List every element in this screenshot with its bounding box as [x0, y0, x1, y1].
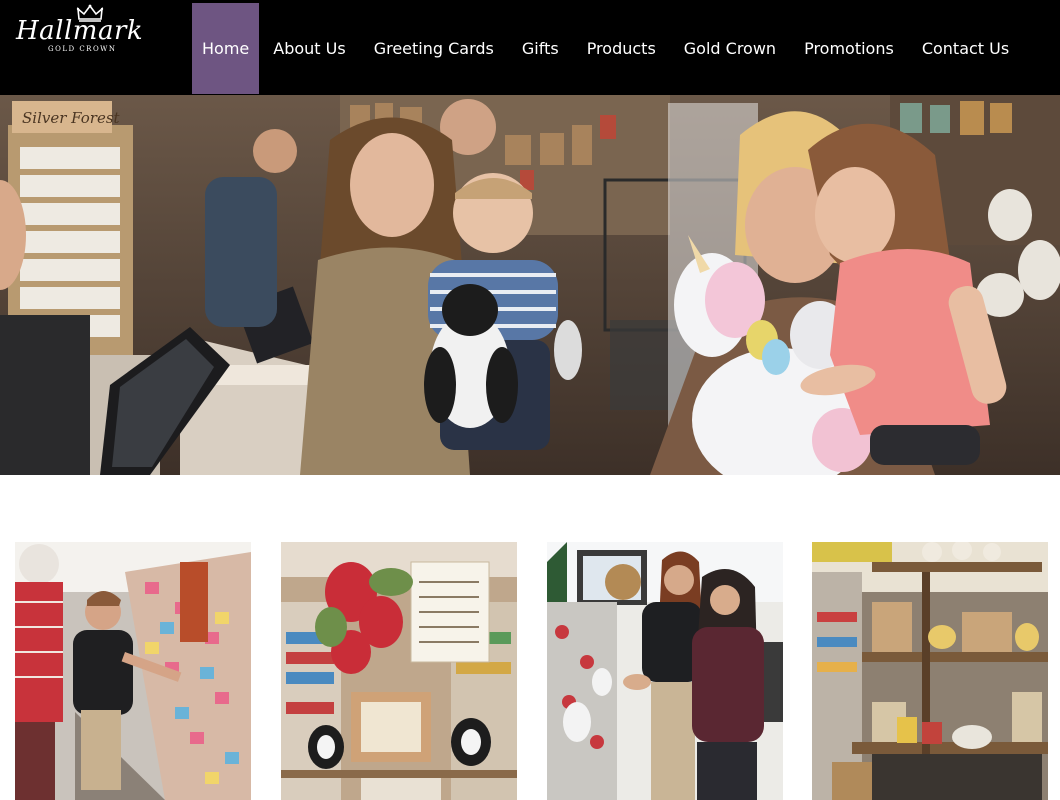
top-navigation-bar: Hallmark GOLD CROWN Home About Us Greeti… — [0, 0, 1060, 95]
nav-item-gold-crown[interactable]: Gold Crown — [670, 3, 790, 94]
ornament-shopping-photo — [547, 542, 783, 800]
logo-wordmark: Hallmark — [16, 16, 144, 46]
hero-photo: Silver Forest — [0, 95, 1060, 475]
store-interior-photo — [812, 542, 1048, 800]
store-sign-text: Silver Forest — [22, 109, 121, 127]
photo-gallery — [0, 542, 1060, 800]
gallery-thumb-gift-display[interactable] — [281, 542, 517, 800]
greeting-cards-photo — [15, 542, 251, 800]
nav-item-contact-us[interactable]: Contact Us — [908, 3, 1023, 94]
gallery-thumb-ornament-shopping[interactable] — [547, 542, 783, 800]
logo-tagline: GOLD CROWN — [48, 45, 117, 53]
nav-item-about-us[interactable]: About Us — [259, 3, 359, 94]
hero-banner-image: Silver Forest — [0, 95, 1060, 475]
nav-item-products[interactable]: Products — [573, 3, 670, 94]
nav-item-gifts[interactable]: Gifts — [508, 3, 573, 94]
gift-display-photo — [281, 542, 517, 800]
nav-item-promotions[interactable]: Promotions — [790, 3, 908, 94]
gallery-thumb-store-interior[interactable] — [812, 542, 1048, 800]
main-nav: Home About Us Greeting Cards Gifts Produ… — [192, 3, 1023, 94]
hallmark-logo[interactable]: Hallmark GOLD CROWN — [14, 4, 144, 56]
nav-item-greeting-cards[interactable]: Greeting Cards — [360, 3, 508, 94]
gallery-thumb-greeting-cards[interactable] — [15, 542, 251, 800]
nav-item-home[interactable]: Home — [192, 3, 260, 94]
